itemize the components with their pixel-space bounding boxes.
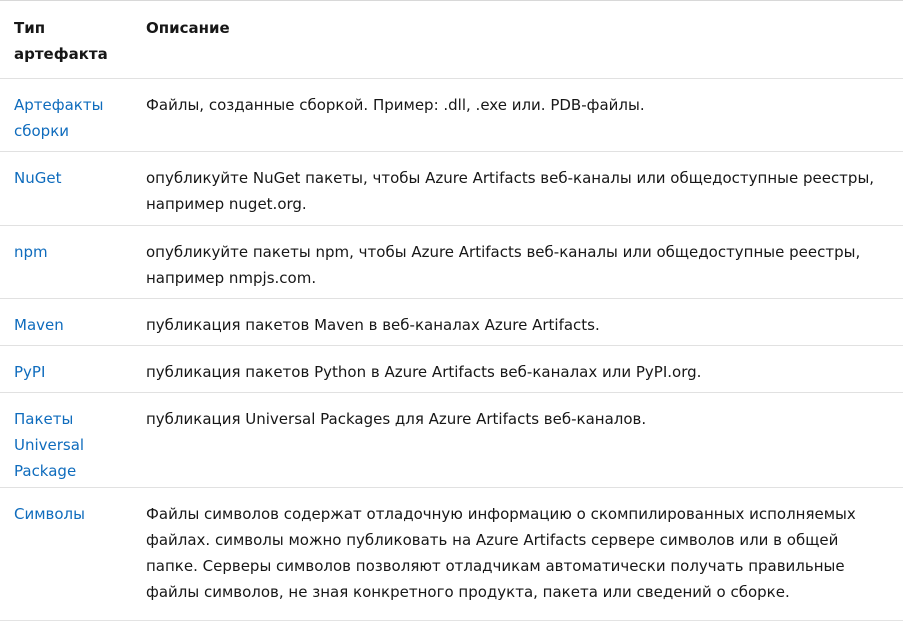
table-row: PyPI публикация пакетов Python в Azure A…: [0, 344, 903, 392]
artifact-type-link-pypi[interactable]: PyPI: [14, 359, 45, 385]
artifact-type-link-npm[interactable]: npm: [14, 239, 48, 265]
description-cell: Файлы, созданные сборкой. Пример: .dll, …: [132, 77, 903, 151]
artifact-type-link-universal-packages[interactable]: Пакеты Universal Package: [14, 406, 104, 484]
table-row: Символы Файлы символов содержат отладочн…: [0, 486, 903, 619]
description-cell: публикация пакетов Maven в веб-каналах A…: [132, 297, 903, 345]
artifact-types-table-container: Тип артефакта Описание Артефакты сборки …: [0, 0, 903, 621]
description-cell: опубликуйте пакеты npm, чтобы Azure Arti…: [132, 224, 903, 298]
description-cell: публикация пакетов Python в Azure Artifa…: [132, 344, 903, 392]
table-row: Артефакты сборки Файлы, созданные сборко…: [0, 77, 903, 151]
artifact-type-cell: Артефакты сборки: [0, 77, 132, 151]
table-row: npm опубликуйте пакеты npm, чтобы Azure …: [0, 224, 903, 298]
artifact-type-link-nuget[interactable]: NuGet: [14, 165, 61, 191]
table-row: Пакеты Universal Package публикация Univ…: [0, 391, 903, 487]
artifact-type-cell: Maven: [0, 297, 132, 345]
table-row: NuGet опубликуйте NuGet пакеты, чтобы Az…: [0, 150, 903, 225]
artifact-type-link-symbols[interactable]: Символы: [14, 501, 85, 527]
artifact-type-cell: NuGet: [0, 150, 132, 225]
header-artifact-type: Тип артефакта: [14, 19, 108, 63]
artifact-type-link-build-artifacts[interactable]: Артефакты сборки: [14, 92, 114, 144]
artifact-type-link-maven[interactable]: Maven: [14, 312, 64, 338]
description-cell: Файлы символов содержат отладочную инфор…: [132, 486, 903, 619]
artifact-type-cell: npm: [0, 224, 132, 298]
header-description: Описание: [146, 19, 230, 37]
description-cell: публикация Universal Packages для Azure …: [132, 391, 903, 487]
artifact-types-table: Тип артефакта Описание Артефакты сборки …: [0, 1, 903, 619]
table-header-row: Тип артефакта Описание: [0, 1, 903, 78]
table-row: Maven публикация пакетов Maven в веб-кан…: [0, 297, 903, 345]
artifact-type-cell: PyPI: [0, 344, 132, 392]
artifact-type-cell: Пакеты Universal Package: [0, 391, 132, 487]
description-cell: опубликуйте NuGet пакеты, чтобы Azure Ar…: [132, 150, 903, 225]
artifact-type-cell: Символы: [0, 486, 132, 619]
